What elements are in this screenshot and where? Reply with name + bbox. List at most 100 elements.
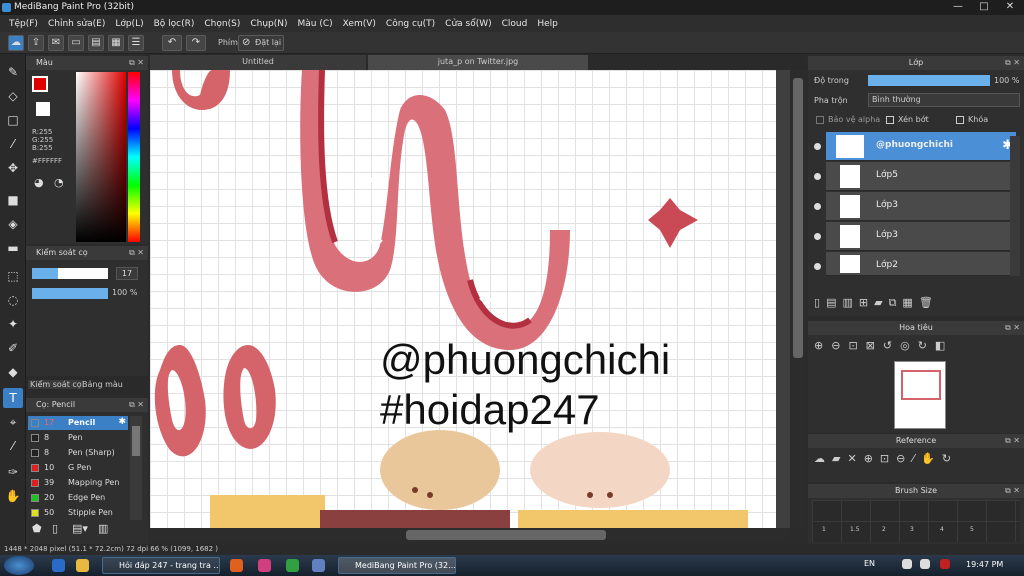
rect-tool-icon[interactable]: □: [3, 110, 23, 130]
hand-tool-icon[interactable]: ✋: [3, 486, 23, 506]
menu-select[interactable]: Chọn(S): [199, 19, 245, 29]
eyedropper-tool-icon[interactable]: ⁄: [3, 436, 23, 456]
open-folder-icon[interactable]: ▰: [832, 452, 847, 465]
merge-layer-icon[interactable]: ▦: [902, 296, 918, 309]
menu-file[interactable]: Tệp(F): [4, 19, 43, 29]
ref-hand-icon[interactable]: ✋: [921, 452, 942, 465]
divide-tool-icon[interactable]: ⌖: [3, 412, 23, 432]
explorer-icon[interactable]: [76, 559, 89, 572]
brush-size-grid[interactable]: 1 1.5 2 3 4 5: [812, 500, 1020, 542]
tray-icon-1[interactable]: [902, 559, 912, 569]
brush-size-option[interactable]: 1: [822, 526, 826, 533]
secondary-color-swatch[interactable]: [36, 102, 50, 116]
grid-icon[interactable]: ▦: [108, 35, 124, 51]
new-layer-2-icon[interactable]: ▤: [826, 296, 842, 309]
app-icon-2[interactable]: [258, 559, 271, 572]
lock-checkbox[interactable]: [956, 116, 964, 124]
layer-menu-icon[interactable]: ⊞: [859, 296, 874, 309]
redo-button[interactable]: ↷: [186, 35, 206, 51]
tab-brush-control[interactable]: Kiểm soát cọ: [28, 380, 84, 389]
brush-size-value[interactable]: 17: [116, 267, 138, 280]
vertical-scroll-thumb[interactable]: [793, 78, 803, 358]
brush-list-item[interactable]: 20 Edge Pen: [28, 491, 128, 505]
brush-size-slider[interactable]: [32, 268, 108, 279]
brush-menu-icon[interactable]: ▤▾: [72, 522, 88, 535]
ref-zoom-in-icon[interactable]: ⊕: [864, 452, 880, 465]
canvas-horizontal-scrollbar[interactable]: [150, 528, 790, 542]
layer-image-icon[interactable]: ▥: [842, 296, 858, 309]
canvas-paper[interactable]: @phuongchichi #hoidap247: [150, 70, 776, 528]
blend-mode-select[interactable]: Bình thường: [868, 93, 1020, 107]
menu-layer[interactable]: Lớp(L): [110, 19, 148, 29]
cloud-icon[interactable]: ☁: [8, 35, 24, 51]
eraser-tool-icon[interactable]: ◇: [3, 86, 23, 106]
flip-icon[interactable]: ◧: [935, 339, 953, 352]
trash-icon[interactable]: 🗑: [919, 296, 939, 309]
ref-eyedropper-icon[interactable]: ⁄: [912, 452, 921, 465]
brush-size-option[interactable]: 1.5: [850, 526, 860, 533]
comment-icon[interactable]: ✉: [48, 35, 64, 51]
brush-size-option[interactable]: 2: [882, 526, 886, 533]
media-icon[interactable]: [230, 559, 243, 572]
minimize-button[interactable]: —: [946, 1, 970, 14]
saturation-value-picker[interactable]: [76, 72, 126, 242]
lasso-tool-icon[interactable]: ◌: [3, 290, 23, 310]
gear-icon[interactable]: ✱: [118, 417, 126, 427]
eye-icon[interactable]: [814, 263, 821, 270]
close-reference-icon[interactable]: ✕: [847, 452, 863, 465]
maximize-button[interactable]: □: [972, 1, 996, 14]
reset-rotate-icon[interactable]: ◎: [900, 339, 918, 352]
brush-tool-icon[interactable]: ✎: [3, 62, 23, 82]
close-button[interactable]: ✕: [998, 1, 1022, 14]
brush-size-option[interactable]: 3: [910, 526, 914, 533]
hue-slider[interactable]: [128, 72, 140, 242]
eye-icon[interactable]: [814, 233, 821, 240]
brush-list-scrollbar[interactable]: [130, 416, 142, 520]
chrome-icon[interactable]: [286, 559, 299, 572]
brush-new-icon[interactable]: ▯: [52, 522, 58, 535]
document-icon[interactable]: ▤: [88, 35, 104, 51]
menu-view[interactable]: Xem(V): [338, 19, 381, 29]
menu-tools[interactable]: Công cụ(T): [381, 19, 440, 29]
start-button[interactable]: [4, 556, 34, 575]
navigator-thumbnail[interactable]: [894, 361, 946, 429]
menu-filter[interactable]: Bộ lọc(R): [149, 19, 200, 29]
gradient-tool-icon[interactable]: ▬: [3, 238, 23, 258]
clipping-checkbox[interactable]: [886, 116, 894, 124]
move-tool-icon[interactable]: ✥: [3, 158, 23, 178]
layer-row[interactable]: @phuongchichi ✱: [814, 132, 1016, 161]
actual-size-icon[interactable]: ⊠: [866, 339, 883, 352]
menu-color[interactable]: Màu (C): [293, 19, 338, 29]
duplicate-layer-icon[interactable]: ⧉: [889, 296, 903, 309]
layer-row[interactable]: Lớp2: [814, 252, 1016, 276]
eye-icon[interactable]: [814, 203, 821, 210]
menu-capture[interactable]: Chụp(N): [245, 19, 292, 29]
text-tool-icon[interactable]: T: [3, 388, 23, 408]
note-icon[interactable]: ▭: [68, 35, 84, 51]
tray-icon-3[interactable]: [940, 559, 950, 569]
brush-list-item[interactable]: 50 Stipple Pen: [28, 506, 128, 520]
new-layer-icon[interactable]: ▯: [814, 296, 826, 309]
brush-size-option[interactable]: 4: [940, 526, 944, 533]
eye-icon[interactable]: [814, 143, 821, 150]
reset-button[interactable]: ⊘ Đặt lại: [238, 35, 284, 51]
share-icon[interactable]: ⇪: [28, 35, 44, 51]
protect-alpha-checkbox[interactable]: [816, 116, 824, 124]
language-indicator[interactable]: EN: [864, 559, 875, 568]
operation-tool-icon[interactable]: ✑: [3, 462, 23, 482]
app-icon-3[interactable]: [312, 559, 325, 572]
list-icon[interactable]: ☰: [128, 35, 144, 51]
palette-icon[interactable]: ◕: [34, 176, 44, 189]
folder-icon[interactable]: ▰: [874, 296, 888, 309]
menu-window[interactable]: Cửa sổ(W): [440, 19, 496, 29]
tab-juta-p[interactable]: juta_p on Twitter.jpg: [368, 55, 588, 70]
undo-button[interactable]: ↶: [162, 35, 182, 51]
rotate-right-icon[interactable]: ↻: [918, 339, 935, 352]
tab-untitled[interactable]: Untitled: [150, 55, 366, 70]
ref-rotate-icon[interactable]: ↻: [942, 452, 958, 465]
line-tool-icon[interactable]: ⁄: [3, 134, 23, 154]
layer-opacity-slider[interactable]: [868, 75, 990, 86]
menu-help[interactable]: Help: [532, 19, 563, 29]
canvas-area[interactable]: @phuongchichi #hoidap247: [150, 70, 790, 528]
fit-icon[interactable]: ⊡: [848, 339, 865, 352]
